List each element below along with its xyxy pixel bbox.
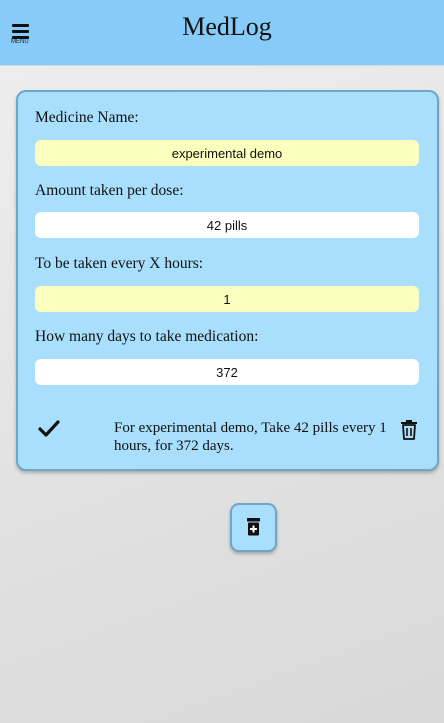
amount-label: Amount taken per dose: bbox=[35, 182, 184, 199]
medication-card: Medicine Name: Amount taken per dose: To… bbox=[16, 90, 439, 471]
amount-input[interactable] bbox=[35, 212, 419, 238]
add-medication-button[interactable] bbox=[230, 503, 277, 552]
medicine-name-label: Medicine Name: bbox=[35, 109, 139, 126]
medicine-name-input[interactable] bbox=[35, 140, 419, 166]
checkmark-icon[interactable] bbox=[38, 419, 60, 439]
medicine-bottle-add-icon bbox=[247, 518, 260, 536]
interval-input[interactable] bbox=[35, 286, 419, 312]
trash-icon[interactable] bbox=[400, 420, 418, 440]
days-label: How many days to take medication: bbox=[35, 328, 259, 345]
app-title: MedLog bbox=[182, 12, 272, 41]
app-header: MENU MedLog bbox=[0, 0, 444, 66]
days-input[interactable] bbox=[35, 359, 419, 385]
interval-label: To be taken every X hours: bbox=[35, 255, 204, 272]
medication-summary: For experimental demo, Take 42 pills eve… bbox=[114, 420, 387, 454]
